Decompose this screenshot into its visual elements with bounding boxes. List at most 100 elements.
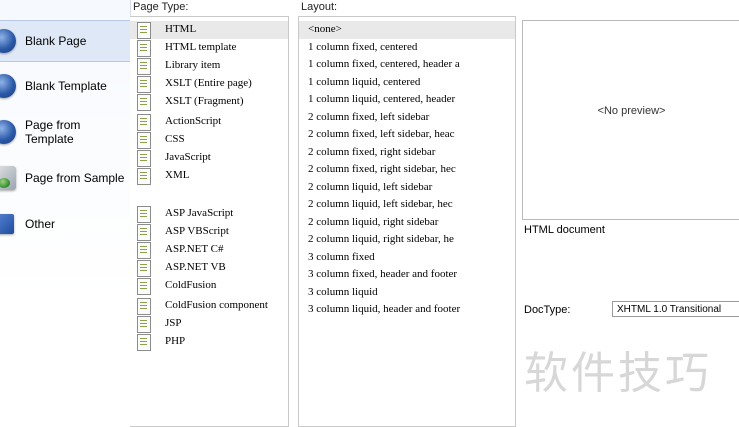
layout-label: 2 column fixed, left sidebar, heac	[308, 128, 455, 140]
layout-item[interactable]: 1 column fixed, centered, header a	[299, 56, 515, 74]
page-type-label: Library item	[165, 59, 221, 71]
document-icon	[137, 278, 151, 295]
layout-item[interactable]: 3 column fixed	[299, 249, 515, 267]
layout-item[interactable]: <none>	[299, 21, 515, 39]
page-type-item[interactable]: XML	[130, 167, 288, 185]
page-type-label: XML	[165, 169, 190, 181]
layout-header: Layout:	[301, 1, 338, 13]
document-icon	[137, 168, 151, 185]
document-icon	[137, 94, 151, 111]
page-type-label: ActionScript	[165, 115, 222, 127]
layout-item[interactable]: 2 column fixed, right sidebar	[299, 144, 515, 162]
layout-item[interactable]: 3 column liquid	[299, 284, 515, 302]
layout-label: 2 column liquid, right sidebar, he	[308, 233, 454, 245]
preview-pane: <No preview>	[522, 20, 739, 220]
layout-label: 1 column liquid, centered, header	[308, 93, 456, 105]
page-type-item[interactable]: PHP	[130, 333, 288, 351]
layout-item[interactable]: 2 column liquid, right sidebar	[299, 214, 515, 232]
document-icon	[137, 260, 151, 277]
document-icon	[137, 114, 151, 131]
page-type-item[interactable]: ColdFusion component	[130, 297, 288, 315]
doctype-select[interactable]: XHTML 1.0 Transitional	[612, 301, 739, 317]
layout-label: 2 column liquid, left sidebar	[308, 180, 433, 193]
layout-label: 3 column fixed	[308, 250, 375, 263]
layout-label: 2 column liquid, right sidebar	[308, 215, 439, 228]
layout-item[interactable]: 2 column fixed, left sidebar	[299, 109, 515, 127]
layout-item[interactable]: 1 column liquid, centered	[299, 74, 515, 92]
category-label: Other	[25, 217, 56, 231]
category-blank-template[interactable]: Blank Template	[0, 66, 130, 106]
category-other[interactable]: Other	[0, 204, 130, 244]
layout-label: 2 column fixed, right sidebar	[308, 145, 436, 158]
page-type-label: PHP	[165, 335, 186, 347]
layout-label: 1 column fixed, centered	[308, 40, 418, 53]
document-icon	[137, 132, 151, 149]
document-icon	[137, 316, 151, 333]
document-icon	[137, 40, 151, 57]
layout-item[interactable]: 1 column fixed, centered	[299, 39, 515, 57]
layout-label: 1 column fixed, centered, header a	[308, 58, 460, 70]
category-label: Page from Template	[25, 118, 81, 146]
page-type-label: ColdFusion	[165, 279, 217, 291]
page-type-label: XSLT (Fragment)	[165, 95, 244, 107]
page-type-item[interactable]: ASP JavaScript	[130, 205, 288, 223]
page-type-label: CSS	[165, 133, 185, 145]
doctype-label: DocType:	[524, 304, 571, 316]
page-from-template-icon	[0, 120, 16, 144]
page-type-item[interactable]: ActionScript	[130, 113, 288, 131]
page-type-item[interactable]: HTML	[130, 21, 288, 39]
layout-item[interactable]: 1 column liquid, centered, header	[299, 91, 515, 109]
layout-item[interactable]: 2 column liquid, right sidebar, he	[299, 231, 515, 249]
layout-item[interactable]: 3 column liquid, header and footer	[299, 301, 515, 319]
page-type-item[interactable]: ColdFusion	[130, 277, 288, 295]
preview-description: HTML document	[524, 224, 605, 236]
page-type-item[interactable]: ASP.NET VB	[130, 259, 288, 277]
document-icon	[137, 76, 151, 93]
page-type-item[interactable]: CSS	[130, 131, 288, 149]
page-type-label: ASP.NET C#	[165, 243, 224, 255]
document-icon	[137, 58, 151, 75]
layout-item[interactable]: 3 column fixed, header and footer	[299, 266, 515, 284]
layout-label: 2 column fixed, left sidebar	[308, 110, 430, 123]
page-type-label: JSP	[165, 317, 182, 329]
document-icon	[137, 242, 151, 259]
preview-placeholder: <No preview>	[597, 105, 666, 117]
document-icon	[137, 22, 151, 39]
page-type-item[interactable]: XSLT (Fragment)	[130, 93, 288, 111]
layout-label: 3 column liquid, header and footer	[308, 303, 461, 315]
category-page-from-sample[interactable]: Page from Sample	[0, 158, 130, 198]
blank-template-icon	[0, 74, 16, 98]
page-type-label: ASP.NET VB	[165, 261, 226, 273]
document-icon	[137, 334, 151, 351]
page-type-label: HTML	[165, 23, 197, 35]
page-type-item[interactable]: JSP	[130, 315, 288, 333]
layout-item[interactable]: 2 column liquid, left sidebar, hec	[299, 196, 515, 214]
category-label: Page from Sample	[25, 171, 125, 185]
page-type-label: JavaScript	[165, 151, 211, 163]
category-pane: Blank Page Blank Template Page from Temp…	[0, 0, 131, 425]
page-type-header: Page Type:	[133, 1, 189, 13]
page-type-list[interactable]: HTML HTML template Library item XSLT (En…	[130, 16, 289, 427]
document-icon	[137, 224, 151, 241]
document-icon	[137, 206, 151, 223]
category-blank-page[interactable]: Blank Page	[0, 20, 130, 62]
layout-label: 2 column fixed, right sidebar, hec	[308, 163, 456, 175]
page-type-label: HTML template	[165, 41, 237, 53]
page-type-item[interactable]: XSLT (Entire page)	[130, 75, 288, 93]
page-type-item[interactable]: HTML template	[130, 39, 288, 57]
layout-item[interactable]: 2 column fixed, left sidebar, heac	[299, 126, 515, 144]
page-type-label: ASP JavaScript	[165, 207, 234, 219]
category-label: Blank Page	[25, 34, 87, 48]
page-type-item[interactable]: ASP.NET C#	[130, 241, 288, 259]
document-icon	[137, 150, 151, 167]
category-label: Blank Template	[25, 79, 107, 93]
page-type-label: XSLT (Entire page)	[165, 77, 252, 89]
layout-item[interactable]: 2 column liquid, left sidebar	[299, 179, 515, 197]
layout-label: <none>	[308, 23, 342, 35]
category-page-from-template[interactable]: Page from Template	[0, 112, 130, 152]
page-type-item[interactable]: Library item	[130, 57, 288, 75]
page-type-item[interactable]: ASP VBScript	[130, 223, 288, 241]
layout-list[interactable]: <none> 1 column fixed, centered 1 column…	[298, 16, 516, 427]
page-type-item[interactable]: JavaScript	[130, 149, 288, 167]
layout-item[interactable]: 2 column fixed, right sidebar, hec	[299, 161, 515, 179]
